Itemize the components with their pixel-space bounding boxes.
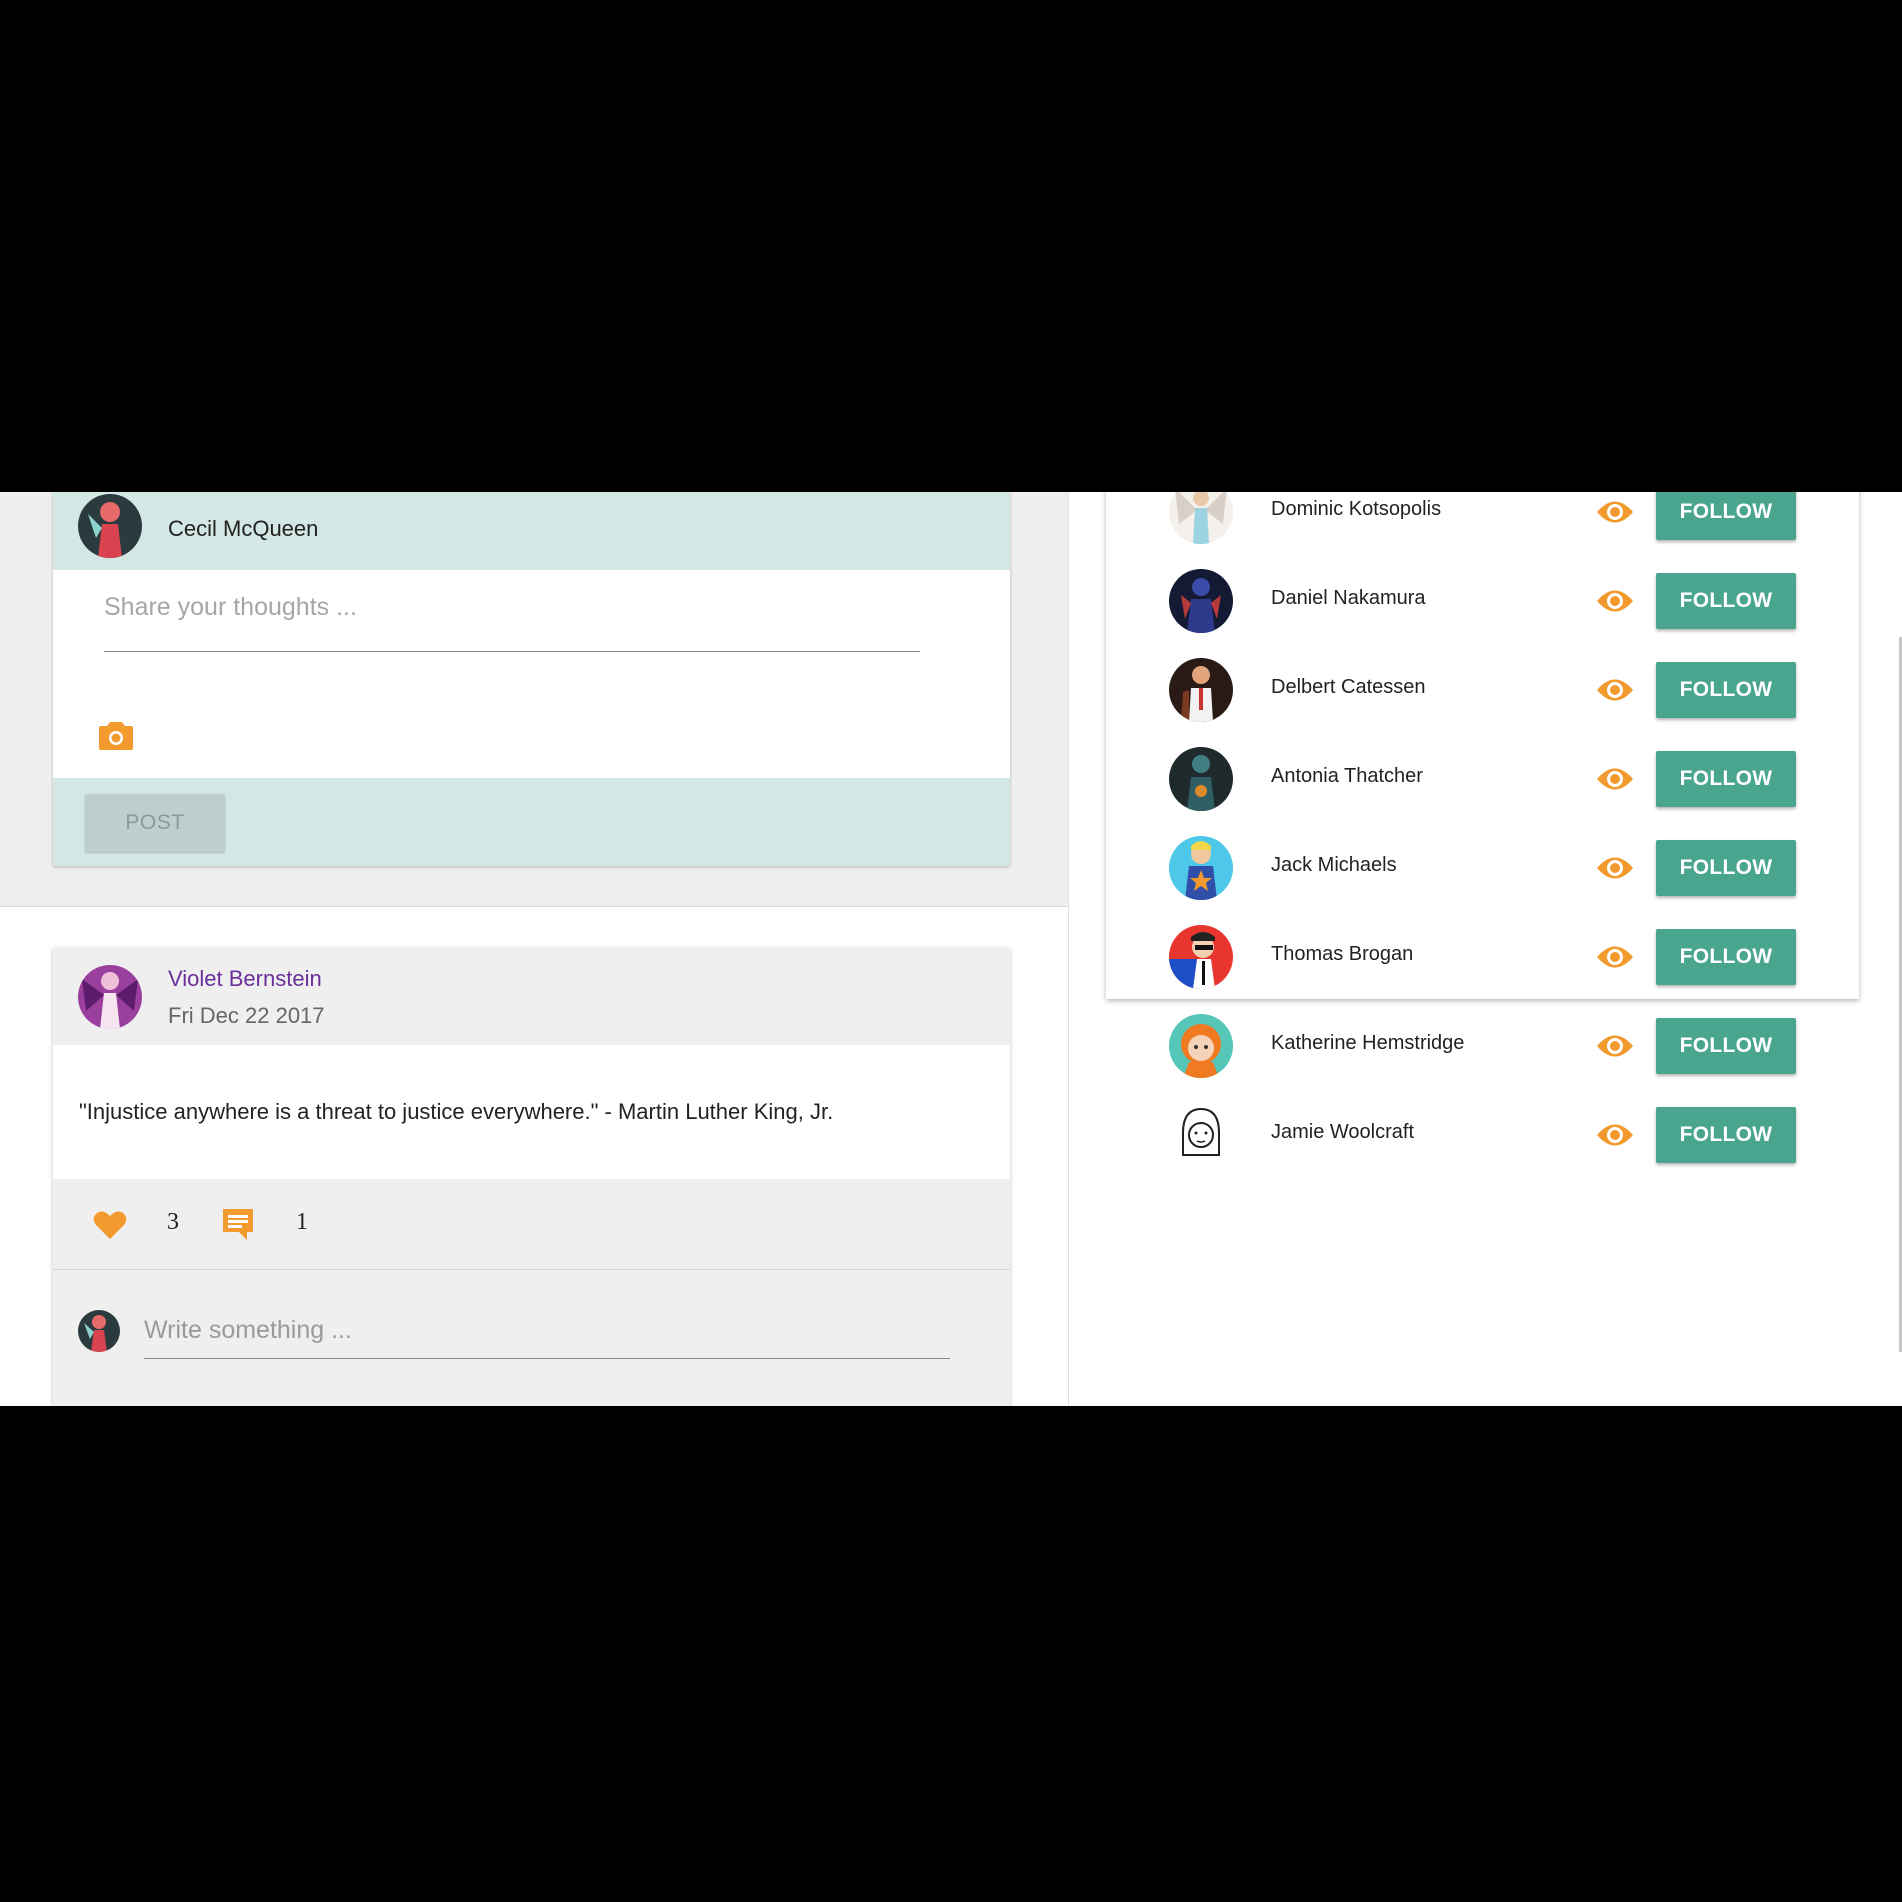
follow-button[interactable]: FOLLOW — [1656, 929, 1796, 985]
composer-header: Cecil McQueen — [53, 492, 1010, 570]
avatar[interactable] — [1169, 492, 1233, 544]
follow-button[interactable]: FOLLOW — [1656, 492, 1796, 540]
avatar[interactable] — [1169, 658, 1233, 722]
composer-body — [53, 570, 1010, 778]
suggestion-name[interactable]: Thomas Brogan — [1271, 943, 1413, 966]
eye-icon[interactable] — [1596, 675, 1634, 705]
list-item: Antonia Thatcher FOLLOW — [1106, 739, 1859, 819]
avatar[interactable] — [78, 965, 142, 1029]
suggestion-name[interactable]: Jack Michaels — [1271, 854, 1397, 877]
composer-user-name: Cecil McQueen — [168, 516, 319, 541]
composer-footer: POST — [53, 778, 1010, 866]
eye-icon[interactable] — [1596, 586, 1634, 616]
avatar[interactable] — [1169, 1103, 1233, 1167]
feed-column: Cecil McQueen POST — [0, 492, 1069, 1406]
post-date: Fri Dec 22 2017 — [168, 1003, 325, 1028]
suggestion-name[interactable]: Jamie Woolcraft — [1271, 1121, 1414, 1144]
list-item: Jamie Woolcraft FOLLOW — [1106, 1095, 1859, 1175]
follow-button[interactable]: FOLLOW — [1656, 1107, 1796, 1163]
follow-button[interactable]: FOLLOW — [1656, 751, 1796, 807]
post-header: Violet Bernstein Fri Dec 22 2017 — [53, 948, 1010, 1045]
suggestion-name[interactable]: Dominic Kotsopolis — [1271, 498, 1441, 521]
eye-icon[interactable] — [1596, 853, 1634, 883]
post-card: Violet Bernstein Fri Dec 22 2017 "Injust… — [53, 948, 1010, 1406]
follow-button[interactable]: FOLLOW — [1656, 1018, 1796, 1074]
follow-button[interactable]: FOLLOW — [1656, 662, 1796, 718]
comment-input[interactable] — [144, 1308, 950, 1359]
post-button[interactable]: POST — [85, 794, 225, 852]
post-composer: Cecil McQueen POST — [53, 492, 1010, 866]
list-item: Dominic Kotsopolis FOLLOW — [1106, 492, 1859, 552]
list-item: Jack Michaels FOLLOW — [1106, 828, 1859, 908]
post-actions: 3 1 — [53, 1179, 1010, 1270]
like-count: 3 — [167, 1209, 179, 1235]
composer-area: Cecil McQueen POST — [0, 492, 1068, 907]
list-item: Daniel Nakamura FOLLOW — [1106, 561, 1859, 641]
comment-count: 1 — [296, 1209, 308, 1235]
avatar[interactable] — [1169, 1014, 1233, 1078]
avatar[interactable] — [78, 494, 142, 558]
who-to-follow-card: Dominic Kotsopolis FOLLOW Daniel Nakamur… — [1106, 492, 1859, 1167]
eye-icon[interactable] — [1596, 497, 1634, 527]
eye-icon[interactable] — [1596, 1031, 1634, 1061]
post-text: "Injustice anywhere is a threat to justi… — [79, 1099, 834, 1124]
eye-icon[interactable] — [1596, 764, 1634, 794]
avatar[interactable] — [1169, 836, 1233, 900]
suggestion-name[interactable]: Katherine Hemstridge — [1271, 1032, 1464, 1055]
heart-icon[interactable] — [93, 1210, 127, 1240]
post-body: "Injustice anywhere is a threat to justi… — [53, 1045, 1010, 1179]
avatar[interactable] — [1169, 569, 1233, 633]
comment-icon[interactable] — [221, 1207, 255, 1241]
app-screen: Cecil McQueen POST — [0, 492, 1902, 1406]
eye-icon[interactable] — [1596, 942, 1634, 972]
follow-button[interactable]: FOLLOW — [1656, 573, 1796, 629]
list-item: Katherine Hemstridge FOLLOW — [1106, 1006, 1859, 1086]
list-item: Delbert Catessen FOLLOW — [1106, 650, 1859, 730]
eye-icon[interactable] — [1596, 1120, 1634, 1150]
follow-button[interactable]: FOLLOW — [1656, 840, 1796, 896]
suggestion-name[interactable]: Daniel Nakamura — [1271, 587, 1426, 610]
avatar[interactable] — [1169, 925, 1233, 989]
suggestion-name[interactable]: Delbert Catessen — [1271, 676, 1426, 699]
avatar[interactable] — [78, 1310, 120, 1352]
post-author-link[interactable]: Violet Bernstein — [168, 966, 322, 992]
list-item: Thomas Brogan FOLLOW — [1106, 917, 1859, 997]
thoughts-input[interactable] — [104, 594, 920, 652]
avatar[interactable] — [1169, 747, 1233, 811]
suggestion-name[interactable]: Antonia Thatcher — [1271, 765, 1423, 788]
camera-icon[interactable] — [98, 719, 134, 751]
comment-area — [53, 1270, 1010, 1406]
